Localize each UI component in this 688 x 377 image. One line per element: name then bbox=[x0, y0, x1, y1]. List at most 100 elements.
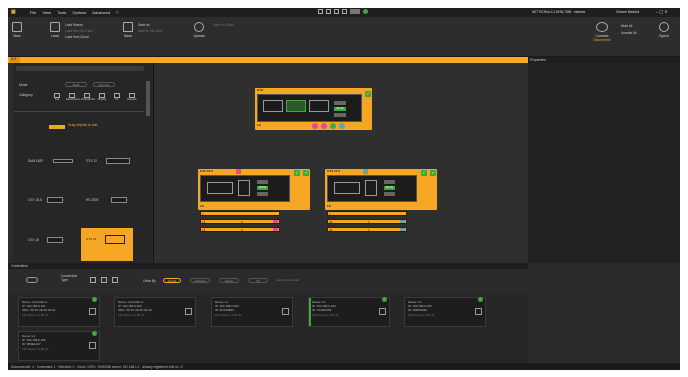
select-checkbox[interactable] bbox=[89, 308, 96, 315]
device-gtx185[interactable] bbox=[47, 197, 63, 203]
device-left-row[interactable]: L8 2 bbox=[200, 219, 280, 224]
load-button[interactable]: Load bbox=[48, 22, 62, 38]
upload-label: Upload bbox=[193, 34, 205, 38]
filter-icon[interactable] bbox=[112, 277, 118, 283]
library-search-input[interactable] bbox=[16, 66, 144, 71]
select-checkbox[interactable] bbox=[185, 308, 192, 315]
category-discrete[interactable]: Discrete bbox=[126, 93, 138, 107]
select-checkbox[interactable] bbox=[379, 308, 386, 315]
device-top-led-icon bbox=[321, 123, 327, 129]
canvas-device-right[interactable]: GTX 16 S MUTE ✓ ✓ L8 bbox=[325, 169, 437, 210]
save-button[interactable]: Save bbox=[121, 22, 135, 38]
order-address-button[interactable]: Address bbox=[190, 278, 210, 283]
canvas-device-top[interactable]: GTX MUTE ✓ L8 bbox=[255, 88, 372, 130]
controller-card[interactable]: Name: L4 IP: 192.168.0.106 ID: 9B3E1F07 … bbox=[18, 331, 100, 361]
quick-icon[interactable] bbox=[334, 9, 339, 14]
category-vertical[interactable]: Vertical/Vert. bbox=[81, 93, 96, 107]
load-sd-item[interactable]: Load from SD Card bbox=[65, 29, 92, 33]
device-left-btn[interactable] bbox=[257, 180, 268, 184]
card-fw: FW Version 1.06.20 bbox=[215, 312, 242, 317]
new-button[interactable]: New bbox=[10, 22, 24, 38]
save-as-item[interactable]: Save As bbox=[138, 23, 150, 27]
connection-type-label: Connection Type bbox=[61, 274, 78, 282]
connection-status-icon bbox=[363, 9, 368, 14]
controller-card[interactable]: Name: Controller-2 IP: 192.168.0.102 MAC… bbox=[114, 297, 196, 327]
select-checkbox[interactable] bbox=[89, 342, 96, 349]
controller-card[interactable]: Name: Controller-1 IP: 192.168.0.101 MAC… bbox=[18, 297, 100, 327]
device-top-btn[interactable] bbox=[334, 101, 346, 105]
category-label: Category bbox=[19, 93, 33, 97]
mute-all-item[interactable]: Mute All bbox=[621, 24, 632, 28]
controller-card[interactable]: Name: L1 IP: 192.168.0.103 ID: 3F4C9B12 … bbox=[211, 297, 293, 327]
device-right-row[interactable]: L8 2 bbox=[327, 219, 407, 224]
library-scrollbar[interactable] bbox=[146, 81, 150, 116]
category-rack[interactable]: Rack/Stereo bbox=[66, 93, 80, 107]
device-gtx12-label: GTX 12 bbox=[86, 159, 97, 163]
device-right-row[interactable]: L bbox=[327, 211, 407, 216]
select-checkbox[interactable] bbox=[475, 308, 482, 315]
order-name-button[interactable]: Name bbox=[219, 278, 239, 283]
controller-card[interactable]: Name: L3 IP: 192.168.0.105 ID: 2E8F6A90 … bbox=[404, 297, 486, 327]
device-top-ok-icon: ✓ bbox=[365, 91, 371, 97]
device-left-btn[interactable] bbox=[257, 192, 268, 196]
device-right-row[interactable]: L8 2 bbox=[327, 227, 407, 232]
connect-button[interactable]: Connect Disconnect bbox=[591, 22, 613, 42]
ok-status-icon bbox=[382, 297, 387, 302]
device-gtx16-selected[interactable]: GTX 16 bbox=[81, 228, 133, 261]
synch-button[interactable]: Synch bbox=[656, 22, 672, 38]
device-top-led-icon bbox=[312, 123, 318, 129]
device-top-title: GTX bbox=[257, 88, 264, 92]
device-gtx12[interactable] bbox=[106, 158, 130, 164]
load-search-item[interactable]: Load Search bbox=[65, 23, 83, 27]
row-value: 2 bbox=[241, 228, 243, 232]
device-gtx16[interactable] bbox=[47, 237, 63, 243]
load-cloud-item[interactable]: Load from Cloud bbox=[65, 35, 89, 39]
device-top-footer: L8 bbox=[257, 123, 261, 127]
device-left-row[interactable]: L8 2 bbox=[200, 227, 280, 232]
controller-search-input[interactable]: Search Controller bbox=[276, 278, 336, 283]
select-checkbox[interactable] bbox=[282, 308, 289, 315]
new-file-icon bbox=[12, 22, 22, 32]
app-window: ▦ File View Tools Options Advanced ? NET… bbox=[8, 8, 680, 370]
device-left-title: GTX 16 S bbox=[200, 169, 214, 173]
device-left-row[interactable]: L bbox=[200, 211, 280, 216]
filter-icon[interactable] bbox=[101, 277, 107, 283]
device-hs2500[interactable] bbox=[111, 197, 127, 203]
unmute-all-item[interactable]: Unmute All bbox=[621, 31, 636, 35]
filter-icon[interactable] bbox=[90, 277, 96, 283]
save-sd-item[interactable]: Save to SD Card bbox=[138, 29, 162, 33]
device-right-mute-badge[interactable]: MUTE bbox=[384, 186, 395, 190]
quick-icon[interactable] bbox=[326, 9, 331, 14]
device-dma162p[interactable] bbox=[53, 159, 73, 163]
order-model-button[interactable]: Model bbox=[163, 278, 181, 283]
canvas-device-left[interactable]: GTX 16 S MUTE ✓ ✓ L8 bbox=[198, 169, 310, 210]
save-cloud-item[interactable]: Save on Cloud bbox=[213, 23, 234, 27]
design-canvas[interactable]: GTX MUTE ✓ L8 GTX 16 S MUTE ✓ ✓ L8 L L8 … bbox=[154, 63, 528, 263]
connection-toggle[interactable] bbox=[26, 277, 38, 283]
mode-build-pill[interactable]: Build bbox=[65, 82, 87, 87]
window-controls[interactable]: – ▢ ✕ bbox=[656, 9, 668, 14]
category-full[interactable]: Full bbox=[51, 93, 63, 107]
device-right-btn[interactable] bbox=[384, 192, 395, 196]
device-top-mute-badge[interactable]: MUTE bbox=[334, 107, 346, 111]
menu-view[interactable]: View bbox=[42, 10, 51, 15]
device-left-mute-badge[interactable]: MUTE bbox=[257, 186, 268, 190]
device-right-btn[interactable] bbox=[384, 180, 395, 184]
menu-advanced[interactable]: Advanced bbox=[92, 10, 110, 15]
menu-tools[interactable]: Tools bbox=[57, 10, 66, 15]
menu-options[interactable]: Options bbox=[72, 10, 86, 15]
quick-icon[interactable] bbox=[318, 9, 323, 14]
quick-icon[interactable] bbox=[350, 9, 360, 14]
menu-file[interactable]: File bbox=[30, 10, 36, 15]
device-right-title: GTX 16 S bbox=[327, 169, 341, 173]
category-pc[interactable]: Pc bbox=[111, 93, 123, 107]
upload-button[interactable]: Upload bbox=[189, 22, 209, 38]
order-id-button[interactable]: ID bbox=[248, 278, 268, 283]
quick-icon[interactable] bbox=[342, 9, 347, 14]
account-name[interactable]: Simone Bertolini bbox=[616, 10, 639, 14]
category-display[interactable]: Display bbox=[96, 93, 108, 107]
mode-preview-pill[interactable]: Preview bbox=[93, 82, 115, 87]
device-top-btn[interactable] bbox=[334, 113, 346, 117]
menu-help[interactable]: ? bbox=[116, 10, 118, 15]
controller-card[interactable]: Name: L2 IP: 192.168.0.104 ID: 7A1D0C55 … bbox=[308, 297, 390, 327]
